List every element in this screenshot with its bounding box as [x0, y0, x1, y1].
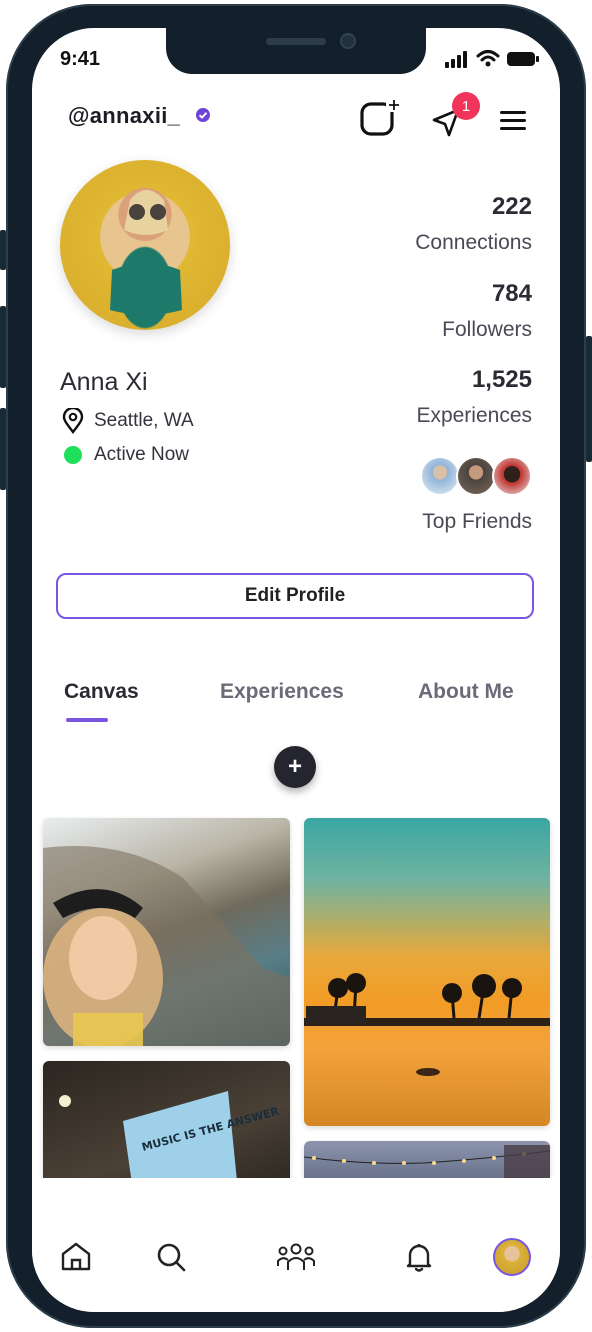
notification-badge: 1: [452, 92, 480, 120]
friend-avatar[interactable]: [456, 456, 496, 496]
wifi-icon: [476, 50, 500, 67]
followers-label[interactable]: Followers: [442, 318, 532, 342]
tab-about-me[interactable]: About Me: [418, 680, 514, 704]
photo-tile[interactable]: [304, 818, 550, 1126]
followers-count: 784: [491, 280, 532, 307]
connections-label[interactable]: Connections: [415, 231, 532, 255]
active-tab-indicator: [66, 718, 108, 722]
power-button: [586, 336, 592, 462]
status-time: 9:41: [60, 48, 101, 70]
volume-down-button: [0, 408, 6, 490]
top-friends-label[interactable]: Top Friends: [422, 510, 532, 534]
volume-up-button: [0, 306, 6, 388]
tab-canvas[interactable]: Canvas: [64, 680, 139, 704]
menu-icon[interactable]: [498, 108, 528, 134]
photo-tile[interactable]: MUSIC IS THE ANSWER: [43, 1061, 290, 1191]
verified-badge-icon: [196, 108, 210, 122]
bottom-nav: [32, 1178, 560, 1312]
community-icon[interactable]: [276, 1240, 316, 1274]
notch: [166, 28, 426, 74]
username-handle[interactable]: @annaxii_: [68, 103, 180, 129]
speaker: [266, 38, 326, 45]
search-icon[interactable]: [154, 1240, 188, 1274]
profile-location: Seattle, WA: [94, 410, 194, 431]
profile-avatar[interactable]: [60, 160, 230, 330]
bell-icon[interactable]: [402, 1240, 436, 1274]
new-post-icon[interactable]: [360, 98, 404, 138]
friend-avatar[interactable]: [420, 456, 460, 496]
photo-tile[interactable]: [43, 818, 290, 1046]
screen: 9:41 @annaxii_ 1 222 Connections 784 Fol…: [32, 28, 560, 1312]
experiences-label[interactable]: Experiences: [416, 404, 532, 428]
profile-nav-avatar[interactable]: [493, 1238, 531, 1276]
connections-count: 222: [491, 193, 532, 220]
signal-icon: [445, 51, 467, 68]
home-icon[interactable]: [59, 1240, 93, 1274]
add-post-button[interactable]: +: [274, 746, 316, 788]
friend-avatar[interactable]: [492, 456, 532, 496]
edit-profile-button[interactable]: Edit Profile: [56, 573, 534, 619]
front-camera: [340, 33, 356, 49]
tab-experiences[interactable]: Experiences: [220, 680, 344, 704]
profile-name: Anna Xi: [60, 368, 148, 396]
mute-switch: [0, 230, 6, 270]
location-pin-icon: [62, 408, 84, 434]
experiences-count: 1,525: [471, 366, 532, 393]
profile-status: Active Now: [94, 444, 190, 465]
online-status-dot: [64, 446, 82, 464]
battery-icon: [507, 52, 539, 66]
